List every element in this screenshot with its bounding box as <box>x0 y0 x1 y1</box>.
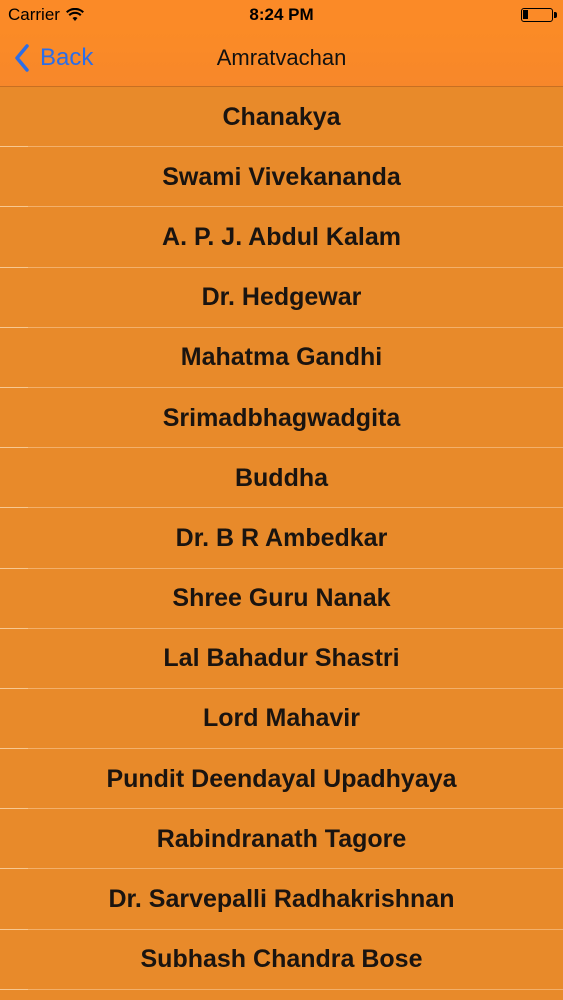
page-title: Amratvachan <box>216 45 347 70</box>
list-item[interactable]: Srimadbhagwadgita <box>0 387 563 449</box>
navigation-bar: Back Amratvachan <box>0 30 563 87</box>
list-item[interactable]: Rabindranath Tagore <box>0 809 563 870</box>
list-item[interactable]: A. P. J. Abdul Kalam <box>0 207 563 268</box>
personality-list: Chanakya Swami Vivekananda A. P. J. Abdu… <box>0 87 563 991</box>
list-item[interactable]: Shree Guru Nanak <box>0 568 563 629</box>
list-item[interactable]: Subhash Chandra Bose <box>0 929 563 991</box>
list-item[interactable]: Chanakya <box>0 87 563 148</box>
list-item[interactable]: Lal Bahadur Shastri <box>0 628 563 690</box>
list-item[interactable]: Dr. Sarvepalli Radhakrishnan <box>0 869 563 930</box>
list-item[interactable]: Mahatma Gandhi <box>0 327 563 389</box>
list-item[interactable]: Swami Vivekananda <box>0 147 563 208</box>
list-item[interactable]: Buddha <box>0 448 563 509</box>
battery-level <box>523 10 528 19</box>
list-item[interactable]: Dr. Hedgewar <box>0 267 563 328</box>
list-item[interactable]: Lord Mahavir <box>0 688 563 750</box>
list-item[interactable]: Pundit Deendayal Upadhyaya <box>0 749 563 810</box>
battery-icon <box>521 8 557 22</box>
status-bar: Carrier 8:24 PM <box>0 0 563 30</box>
list-item[interactable]: Dr. B R Ambedkar <box>0 508 563 569</box>
status-time: 8:24 PM <box>249 5 314 24</box>
